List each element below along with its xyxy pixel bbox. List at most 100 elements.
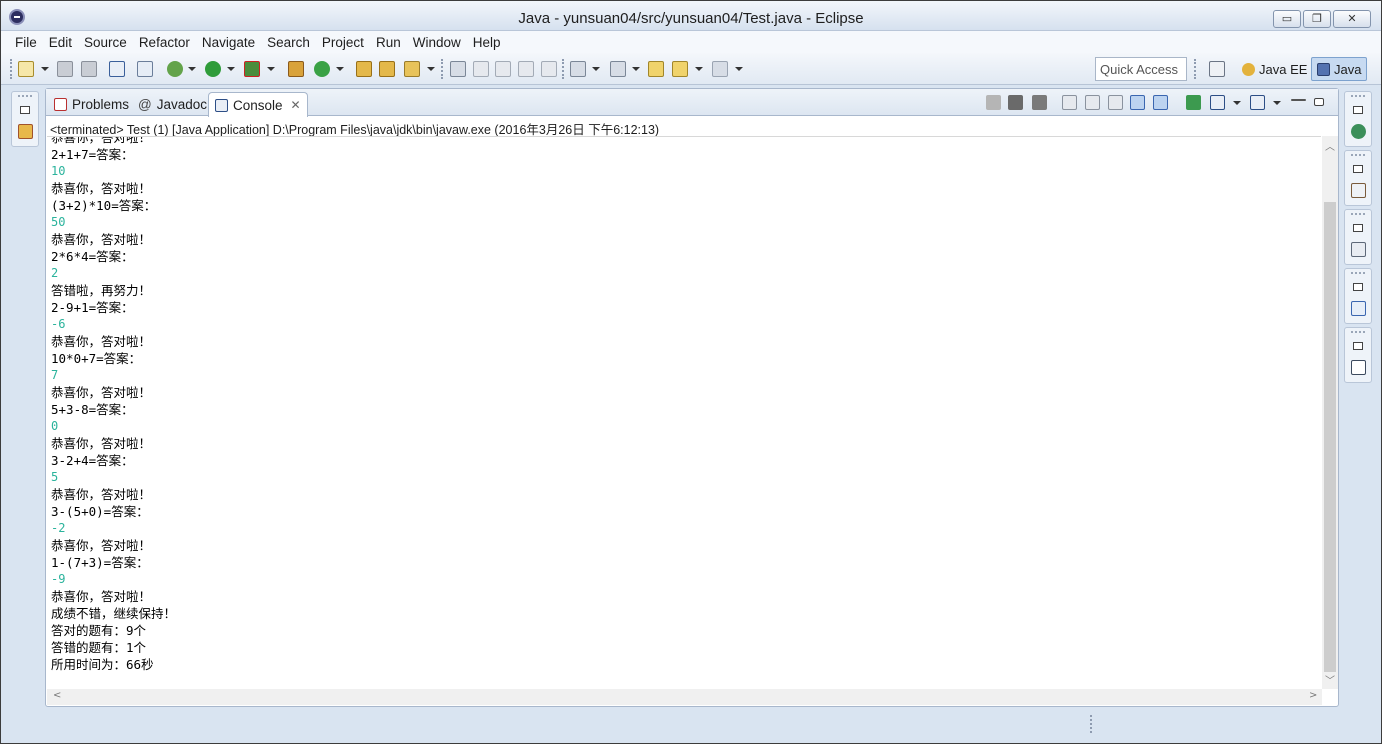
restore-icon[interactable] [1353,106,1363,114]
scroll-up-icon[interactable]: ︿ [1325,138,1335,153]
open-console-icon[interactable] [109,61,125,77]
new-java-project-icon[interactable] [288,61,304,77]
previous-annotation-icon[interactable] [610,61,626,77]
menu-project[interactable]: Project [316,35,370,50]
forward-icon[interactable] [712,61,728,77]
status-bar-grip[interactable] [1090,715,1092,733]
trim-grip[interactable] [1351,95,1365,97]
back-icon[interactable] [672,61,688,77]
console-output[interactable]: 恭喜你，答对啦！ 2+1+7=答案： 10 恭喜你，答对啦！ (3+2)*10=答案： 5… [47,136,1321,689]
menu-search[interactable]: Search [261,35,316,50]
restore-icon[interactable] [1353,342,1363,350]
restore-icon[interactable] [1353,283,1363,291]
open-console-icon[interactable] [1250,95,1265,110]
trim-grip[interactable] [1351,272,1365,274]
run-dropdown-arrow-icon[interactable] [227,67,235,71]
show-on-stderr-icon[interactable] [1153,95,1168,110]
vertical-scrollbar[interactable]: ︿ ﹀ [1322,136,1338,689]
menu-run[interactable]: Run [370,35,407,50]
new-icon[interactable] [18,61,34,77]
terminate-icon[interactable] [986,95,1001,110]
new-dropdown-arrow-icon[interactable] [41,67,49,71]
show-on-stdout-icon[interactable] [1130,95,1145,110]
run-icon[interactable] [205,61,221,77]
quick-access-input[interactable]: Quick Access [1095,57,1187,81]
block-selection-icon[interactable] [518,61,534,77]
menu-window[interactable]: Window [407,35,467,50]
last-edit-location-icon[interactable] [648,61,664,77]
save-icon[interactable] [57,61,73,77]
vertical-scroll-thumb[interactable] [1324,202,1336,672]
restore-button[interactable]: ❐ [1303,10,1331,28]
find-icon[interactable] [1351,183,1366,198]
minimize-button[interactable]: ▭ [1273,10,1301,28]
perspective-java-ee[interactable]: Java EE [1236,57,1313,81]
menu-navigate[interactable]: Navigate [196,35,261,50]
console-output-line: 2+1+7=答案： [51,147,134,162]
tab-console[interactable]: Console ✕ [208,92,308,117]
maximize-view-icon[interactable] [1314,98,1324,106]
menu-help[interactable]: Help [467,35,507,50]
mark-occurrences-icon[interactable] [473,61,489,77]
search-icon[interactable] [404,61,420,77]
package-explorer-icon[interactable] [18,124,33,139]
scroll-right-icon[interactable]: > [1309,690,1317,701]
display-selected-console-icon[interactable] [1210,95,1225,110]
perspective-java[interactable]: Java [1311,57,1368,81]
scroll-down-icon[interactable]: ﹀ [1325,672,1335,687]
annotation-icon[interactable] [450,61,466,77]
open-task-icon[interactable] [379,61,395,77]
open-type-icon[interactable] [356,61,372,77]
new-class-dropdown-arrow-icon[interactable] [336,67,344,71]
trim-grip[interactable] [1351,331,1365,333]
restore-icon[interactable] [1353,165,1363,173]
toggle-word-wrap-icon[interactable] [495,61,511,77]
remove-all-terminated-icon[interactable] [1032,95,1047,110]
trim-grip[interactable] [1351,154,1365,156]
pin-console-icon[interactable] [1186,95,1201,110]
skip-breakpoints-icon[interactable] [137,61,153,77]
word-wrap-icon[interactable] [1108,95,1123,110]
back-dropdown-arrow-icon[interactable] [695,67,703,71]
tab-javadoc[interactable]: @ Javadoc [132,92,213,116]
layout-panel-icon[interactable] [1351,360,1366,375]
external-tools-dropdown-arrow-icon[interactable] [267,67,275,71]
console-output-line: (3+2)*10=答案： [51,198,157,213]
menu-source[interactable]: Source [78,35,133,50]
external-tools-icon[interactable] [244,61,260,77]
horizontal-scrollbar[interactable]: < > [47,689,1322,705]
minimize-view-icon[interactable] [1291,99,1306,101]
close-button[interactable]: ✕ [1333,10,1371,28]
remove-launch-icon[interactable] [1008,95,1023,110]
menu-edit[interactable]: Edit [43,35,78,50]
debug-icon[interactable] [167,61,183,77]
trim-grip[interactable] [1351,213,1365,215]
open-console-dropdown-arrow-icon[interactable] [1273,101,1281,105]
tab-console-close-icon[interactable]: ✕ [291,98,301,112]
restore-icon[interactable] [20,106,30,114]
new-java-class-icon[interactable] [314,61,330,77]
display-console-dropdown-arrow-icon[interactable] [1233,101,1241,105]
task-list-icon[interactable] [1351,124,1366,139]
scroll-lock-icon[interactable] [1085,95,1100,110]
scroll-left-icon[interactable]: < [53,690,61,701]
outline-icon[interactable] [1351,301,1366,316]
trim-grip[interactable] [18,95,32,97]
forward-dropdown-arrow-icon[interactable] [735,67,743,71]
search-dropdown-arrow-icon[interactable] [427,67,435,71]
next-annotation-icon[interactable] [570,61,586,77]
menu-file[interactable]: File [9,35,43,50]
debug-dropdown-arrow-icon[interactable] [188,67,196,71]
previous-annotation-dropdown-arrow-icon[interactable] [632,67,640,71]
restore-icon[interactable] [1353,224,1363,232]
tab-problems[interactable]: Problems [48,92,135,116]
open-perspective-icon[interactable] [1209,61,1225,77]
toolbar-grip[interactable] [10,59,12,79]
document-icon[interactable] [1351,242,1366,257]
clear-console-icon[interactable] [1062,95,1077,110]
next-annotation-dropdown-arrow-icon[interactable] [592,67,600,71]
save-all-icon[interactable] [81,61,97,77]
show-whitespace-icon[interactable] [541,61,557,77]
title-bar[interactable]: Java - yunsuan04/src/yunsuan04/Test.java… [1,1,1381,31]
menu-refactor[interactable]: Refactor [133,35,196,50]
